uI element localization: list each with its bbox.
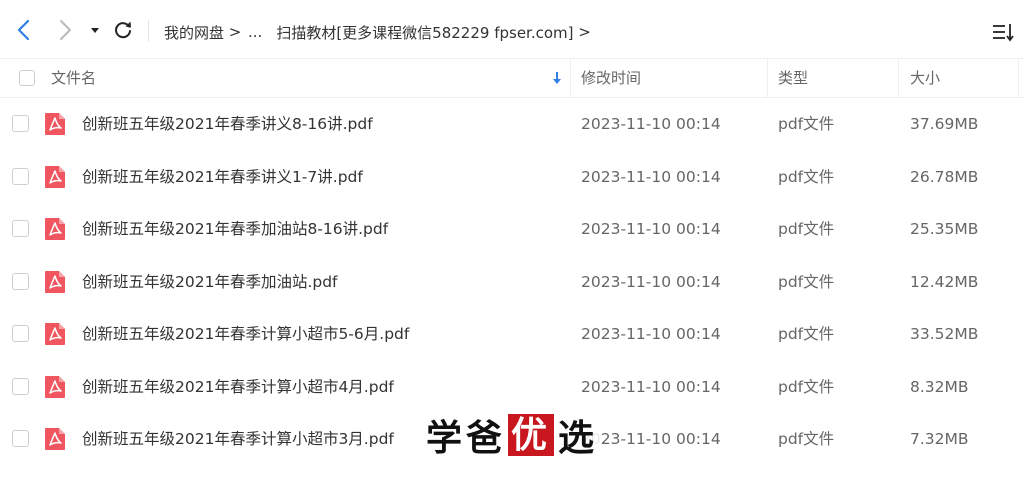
chevron-left-icon [17,19,30,41]
table-row[interactable]: 创新班五年级2021年春季计算小超市4月.pdf 2023-11-10 00:1… [0,361,1024,414]
select-all-checkbox[interactable] [19,70,35,86]
breadcrumb-root[interactable]: 我的网盘 [164,22,224,43]
column-header-type[interactable]: 类型 [778,59,808,97]
table-row[interactable]: 创新班五年级2021年春季讲义1-7讲.pdf 2023-11-10 00:14… [0,151,1024,204]
file-size: 8.32MB [910,377,969,396]
row-checkbox[interactable] [12,115,29,132]
file-modified-time: 2023-11-10 00:14 [581,167,721,186]
refresh-button[interactable] [110,17,136,43]
column-divider[interactable] [1018,59,1019,97]
row-checkbox[interactable] [12,377,29,395]
column-header-name[interactable]: 文件名 [51,59,96,97]
row-checkbox[interactable] [12,272,29,290]
sort-list-icon [993,24,1014,42]
watermark-char: 选 [558,417,599,459]
column-header-modified[interactable]: 修改时间 [581,59,641,97]
refresh-icon [115,21,131,39]
pdf-file-icon [45,428,65,450]
file-size: 25.35MB [910,220,979,238]
file-type: pdf文件 [778,167,835,186]
column-divider[interactable] [767,59,768,97]
history-dropdown-button[interactable] [86,17,104,43]
forward-button[interactable] [52,17,78,43]
file-name[interactable]: 创新班五年级2021年春季讲义1-7讲.pdf [82,151,363,203]
file-type: pdf文件 [778,325,835,343]
file-name[interactable]: 创新班五年级2021年春季计算小超市3月.pdf [82,413,394,465]
pdf-file-icon [45,270,65,293]
breadcrumb-current-folder[interactable]: 扫描教材[更多课程微信582229 fpser.com] [276,22,573,43]
file-list: 创新班五年级2021年春季讲义8-16讲.pdf 2023-11-10 00:1… [0,98,1024,466]
file-name[interactable]: 创新班五年级2021年春季加油站.pdf [82,256,338,308]
file-name[interactable]: 创新班五年级2021年春季加油站8-16讲.pdf [82,203,388,255]
watermark-char: 爸 [466,417,507,459]
file-modified-time: 2023-11-10 00:14 [581,430,721,448]
file-name[interactable]: 创新班五年级2021年春季计算小超市5-6月.pdf [82,308,409,360]
breadcrumb-ellipsis[interactable]: ... [246,23,264,41]
back-button[interactable] [12,17,38,43]
file-modified-time: 2023-11-10 00:14 [581,115,721,133]
row-checkbox[interactable] [12,220,29,237]
file-list-header: 文件名 修改时间 类型 大小 [0,58,1024,98]
arrow-down-icon[interactable] [551,70,563,86]
file-size: 12.42MB [910,272,979,291]
file-type: pdf文件 [778,115,835,133]
file-size: 37.69MB [910,115,979,133]
column-divider[interactable] [898,59,899,97]
file-size: 33.52MB [910,325,979,343]
file-type: pdf文件 [778,430,835,448]
file-name[interactable]: 创新班五年级2021年春季计算小超市4月.pdf [82,361,394,413]
file-type: pdf文件 [778,377,835,396]
pdf-file-icon [45,113,65,135]
row-checkbox[interactable] [12,167,29,185]
watermark-char: 学 [426,417,467,459]
chevron-right-icon [60,20,71,40]
pdf-file-icon [45,218,65,240]
file-modified-time: 2023-11-10 00:14 [581,220,721,238]
row-checkbox[interactable] [12,430,29,447]
pdf-file-icon [45,323,65,345]
pdf-file-icon [45,375,65,398]
table-row[interactable]: 创新班五年级2021年春季加油站8-16讲.pdf 2023-11-10 00:… [0,203,1024,256]
table-row[interactable]: 创新班五年级2021年春季加油站.pdf 2023-11-10 00:14 pd… [0,256,1024,309]
breadcrumb-separator: > [228,23,242,41]
column-header-size[interactable]: 大小 [910,59,940,97]
pdf-file-icon [45,165,65,188]
column-divider[interactable] [570,59,571,97]
watermark-highlight-char: 优 [508,414,555,456]
file-name[interactable]: 创新班五年级2021年春季讲义8-16讲.pdf [82,98,373,150]
sort-menu-button[interactable] [990,19,1016,45]
table-row[interactable]: 创新班五年级2021年春季计算小超市5-6月.pdf 2023-11-10 00… [0,308,1024,361]
table-row[interactable]: 创新班五年级2021年春季讲义8-16讲.pdf 2023-11-10 00:1… [0,98,1024,151]
top-navigation-bar: 我的网盘 > ... 扫描教材[更多课程微信582229 fpser.com] … [0,0,1024,58]
file-modified-time: 2023-11-10 00:14 [581,325,721,343]
file-modified-time: 2023-11-10 00:14 [581,377,721,396]
toolbar-divider [148,20,149,42]
caret-down-icon [91,28,99,33]
file-type: pdf文件 [778,220,835,238]
file-type: pdf文件 [778,272,835,291]
breadcrumb: 我的网盘 > ... 扫描教材[更多课程微信582229 fpser.com] … [164,20,596,44]
row-checkbox[interactable] [12,325,29,342]
file-size: 7.32MB [910,430,969,448]
file-modified-time: 2023-11-10 00:14 [581,272,721,291]
file-size: 26.78MB [910,167,979,186]
watermark: 学 爸 优 选 [424,412,601,459]
breadcrumb-separator: > [578,23,591,41]
